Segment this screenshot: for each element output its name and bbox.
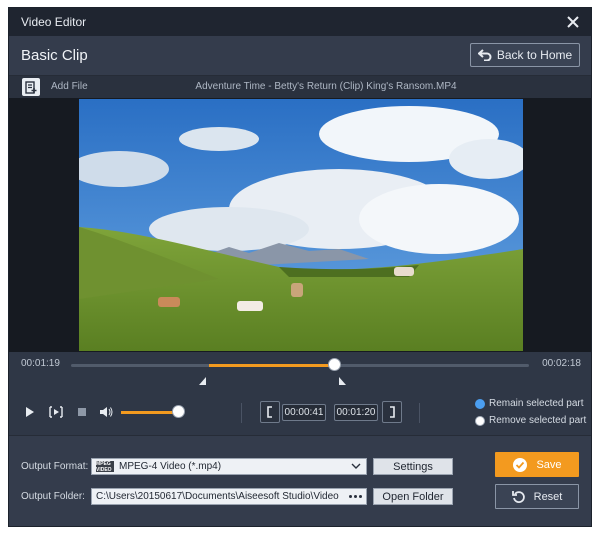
output-format-value: MPEG-4 Video (*.mp4) bbox=[119, 461, 222, 472]
output-format-select[interactable]: MPEG VIDEO MPEG-4 Video (*.mp4) bbox=[91, 458, 367, 475]
divider bbox=[419, 403, 420, 423]
radio-remove[interactable] bbox=[475, 415, 485, 426]
chevron-down-icon bbox=[351, 463, 361, 469]
output-format-label: Output Format: bbox=[21, 461, 89, 472]
window-title: Video Editor bbox=[21, 15, 87, 29]
reset-button[interactable]: Reset bbox=[495, 484, 579, 509]
remain-selected-label: Remain selected part bbox=[489, 398, 584, 409]
remove-selected-label: Remove selected part bbox=[489, 415, 587, 426]
remain-selected-option[interactable]: Remain selected part bbox=[475, 398, 584, 409]
file-bar: Add File Adventure Time - Betty's Return… bbox=[9, 76, 591, 98]
video-editor-window: Video Editor Basic Clip Back to Home Add… bbox=[8, 7, 592, 527]
close-icon[interactable] bbox=[563, 12, 583, 32]
check-icon bbox=[513, 457, 528, 472]
video-preview-area bbox=[9, 98, 591, 352]
stop-icon[interactable] bbox=[73, 403, 91, 421]
current-time: 00:01:19 bbox=[21, 358, 60, 369]
video-frame[interactable] bbox=[79, 99, 523, 351]
back-arrow-icon bbox=[477, 49, 492, 61]
title-bar: Video Editor bbox=[9, 8, 591, 36]
volume-icon[interactable] bbox=[97, 403, 115, 421]
output-panel: Output Format: MPEG VIDEO MPEG-4 Video (… bbox=[9, 436, 591, 526]
header: Basic Clip Back to Home bbox=[9, 36, 591, 76]
back-to-home-label: Back to Home bbox=[496, 48, 573, 62]
page-title: Basic Clip bbox=[21, 47, 88, 64]
browse-dots-icon[interactable] bbox=[345, 489, 365, 504]
timeline: 00:01:19 00:02:18 bbox=[9, 352, 591, 390]
total-time: 00:02:18 bbox=[542, 358, 581, 369]
playback-controls: 00:00:41 00:01:20 Remain selected part R… bbox=[9, 390, 591, 436]
radio-remain[interactable] bbox=[475, 398, 485, 409]
file-name: Adventure Time - Betty's Return (Clip) K… bbox=[195, 81, 457, 92]
video-preview-image bbox=[79, 99, 523, 351]
end-time-field[interactable]: 00:01:20 bbox=[334, 404, 378, 421]
set-end-button[interactable] bbox=[382, 401, 402, 423]
timeline-selection bbox=[209, 364, 335, 367]
set-start-button[interactable] bbox=[260, 401, 280, 423]
save-button[interactable]: Save bbox=[495, 452, 579, 477]
clip-start-marker[interactable] bbox=[199, 377, 206, 385]
reset-label: Reset bbox=[533, 490, 563, 503]
open-folder-button[interactable]: Open Folder bbox=[373, 488, 453, 505]
volume-handle[interactable] bbox=[172, 405, 185, 418]
settings-button[interactable]: Settings bbox=[373, 458, 453, 475]
back-to-home-button[interactable]: Back to Home bbox=[470, 43, 580, 67]
play-selection-icon[interactable] bbox=[47, 403, 65, 421]
reset-icon bbox=[511, 490, 525, 503]
playhead-handle[interactable] bbox=[328, 358, 341, 371]
clip-end-marker[interactable] bbox=[339, 377, 346, 385]
remove-selected-option[interactable]: Remove selected part bbox=[475, 415, 586, 426]
play-icon[interactable] bbox=[21, 403, 39, 421]
start-time-field[interactable]: 00:00:41 bbox=[282, 404, 326, 421]
output-folder-label: Output Folder: bbox=[21, 491, 85, 502]
volume-level bbox=[121, 411, 178, 414]
mpeg-format-icon: MPEG VIDEO bbox=[96, 461, 114, 473]
divider bbox=[241, 403, 242, 423]
save-label: Save bbox=[536, 458, 562, 471]
output-folder-field[interactable]: C:\Users\20150617\Documents\Aiseesoft St… bbox=[91, 488, 367, 505]
